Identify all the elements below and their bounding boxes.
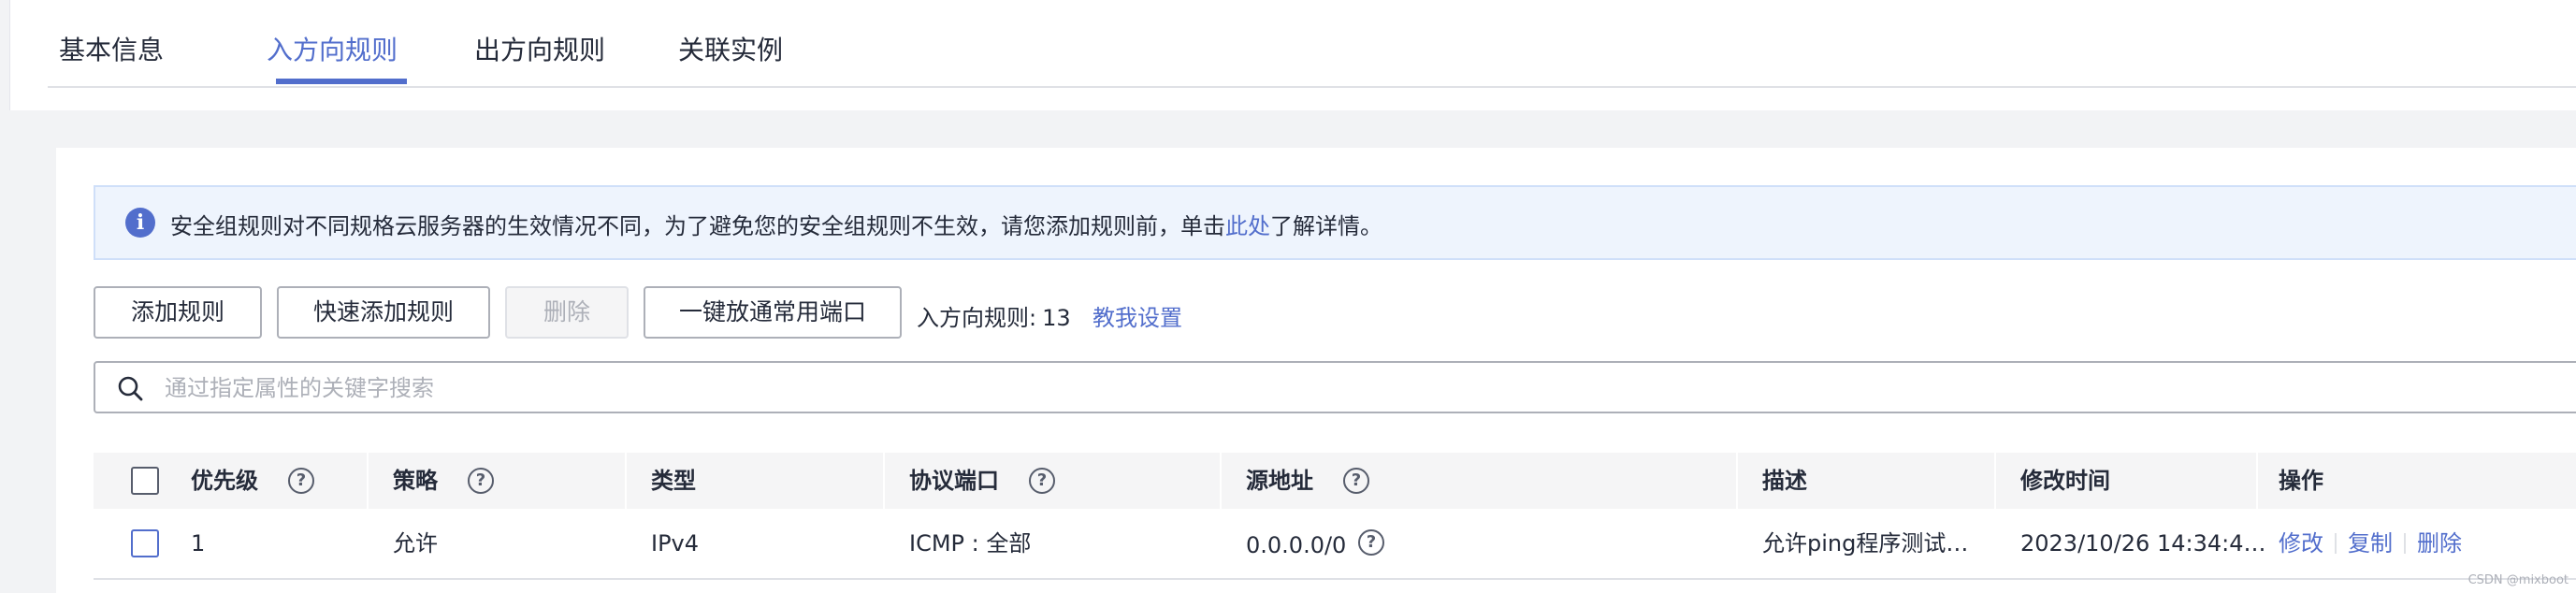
notice-text-before: 安全组规则对不同规格云服务器的生效情况不同，为了避免您的安全组规则不生效，请您添… xyxy=(170,213,1225,239)
search-input[interactable] xyxy=(163,370,1289,406)
column-divider xyxy=(2256,453,2258,509)
table-row: 1 允许 IPv4 ICMP : 全部 0.0.0.0/0 ? 允许ping程序… xyxy=(94,509,2576,580)
column-divider xyxy=(1994,453,1996,509)
cell-protocol-port: ICMP : 全部 xyxy=(909,530,1032,557)
policy-help-icon[interactable]: ? xyxy=(468,468,494,494)
column-modified-time: 修改时间 xyxy=(2020,468,2110,494)
left-edge xyxy=(0,110,9,593)
source-help-icon[interactable]: ? xyxy=(1343,468,1369,494)
column-actions: 操作 xyxy=(2279,468,2323,494)
cell-priority: 1 xyxy=(191,530,206,557)
action-separator xyxy=(2335,533,2337,554)
tab-associated-instances[interactable]: 关联实例 xyxy=(678,30,783,67)
copy-link[interactable]: 复制 xyxy=(2348,509,2393,578)
cell-type: IPv4 xyxy=(651,530,700,557)
tab-basic-info[interactable]: 基本信息 xyxy=(59,30,164,67)
rule-count: 入方向规则: 13 xyxy=(917,299,1071,332)
help-link[interactable]: 教我设置 xyxy=(1093,299,1182,332)
cell-policy: 允许 xyxy=(393,530,438,557)
select-all-checkbox[interactable] xyxy=(131,467,159,495)
priority-help-icon[interactable]: ? xyxy=(288,468,314,494)
table-header: 优先级 ? 策略 ? 类型 协议端口 ? 源地址 ? 描述 修改时间 操作 xyxy=(94,453,2576,509)
info-icon: i xyxy=(125,208,155,238)
tab-outbound-rules[interactable]: 出方向规则 xyxy=(474,30,605,67)
rule-count-label: 入方向规则: xyxy=(917,305,1037,331)
action-separator xyxy=(2404,533,2406,554)
column-divider xyxy=(625,453,627,509)
column-priority: 优先级 xyxy=(191,468,258,494)
protocol-port-help-icon[interactable]: ? xyxy=(1029,468,1055,494)
column-policy: 策略 xyxy=(393,468,438,494)
open-common-ports-button[interactable]: 一键放通常用端口 xyxy=(644,286,902,339)
delete-link[interactable]: 删除 xyxy=(2417,509,2462,578)
column-divider xyxy=(1220,453,1222,509)
row-checkbox[interactable] xyxy=(131,529,159,557)
add-rule-button[interactable]: 添加规则 xyxy=(94,286,262,339)
cell-source: 0.0.0.0/0 xyxy=(1246,532,1347,558)
cell-modified-time: 2023/10/26 14:34:4… xyxy=(2020,530,2266,557)
column-divider xyxy=(1736,453,1738,509)
edit-link[interactable]: 修改 xyxy=(2279,509,2323,578)
notice-link[interactable]: 此处 xyxy=(1225,213,1270,239)
column-protocol-port: 协议端口 xyxy=(909,468,999,494)
column-divider xyxy=(883,453,885,509)
active-tab-indicator xyxy=(276,79,407,84)
tab-inbound-rules[interactable]: 入方向规则 xyxy=(267,30,398,67)
delete-button[interactable]: 删除 xyxy=(505,286,629,339)
quick-add-rule-button[interactable]: 快速添加规则 xyxy=(277,286,490,339)
source-info-icon[interactable]: ? xyxy=(1358,529,1384,556)
rules-panel: i 安全组规则对不同规格云服务器的生效情况不同，为了避免您的安全组规则不生效，请… xyxy=(56,148,2576,593)
search-box[interactable] xyxy=(94,361,2576,413)
column-source: 源地址 xyxy=(1246,468,1313,494)
notice-text-after: 了解详情。 xyxy=(1270,213,1382,239)
watermark: CSDN @mixboot xyxy=(2467,573,2569,587)
column-divider xyxy=(367,453,369,509)
column-type: 类型 xyxy=(651,468,696,494)
notice-banner: i 安全组规则对不同规格云服务器的生效情况不同，为了避免您的安全组规则不生效，请… xyxy=(94,185,2576,260)
tabs: 基本信息 入方向规则 出方向规则 关联实例 xyxy=(48,0,2576,88)
tab-bar: 基本信息 入方向规则 出方向规则 关联实例 xyxy=(9,0,2576,110)
cell-description: 允许ping程序测试… xyxy=(1762,530,1969,557)
notice-text: 安全组规则对不同规格云服务器的生效情况不同，为了避免您的安全组规则不生效，请您添… xyxy=(170,208,1382,240)
search-icon xyxy=(118,376,143,401)
rule-count-value: 13 xyxy=(1042,305,1071,331)
column-description: 描述 xyxy=(1762,468,1807,494)
